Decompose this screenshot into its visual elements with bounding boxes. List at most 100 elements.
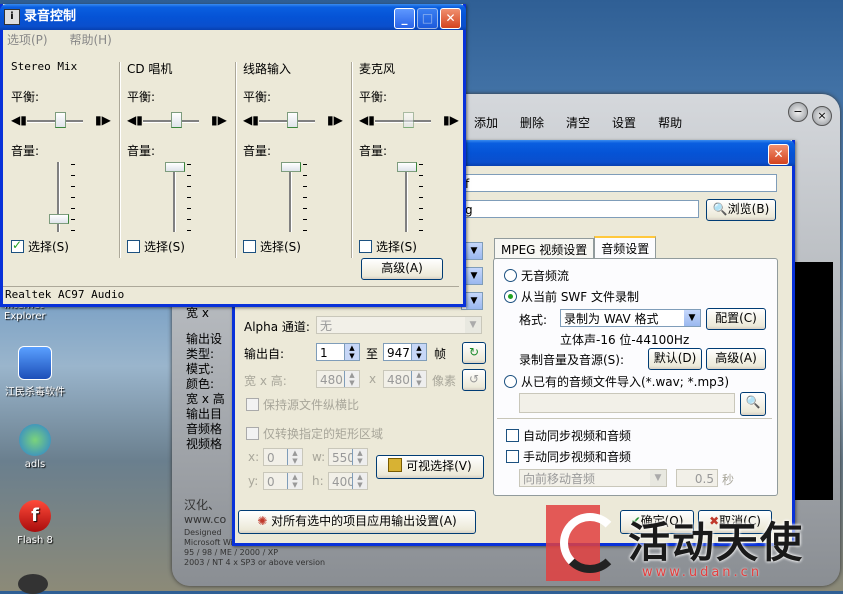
maximize-button[interactable]: □ <box>417 8 438 29</box>
select-checkbox[interactable]: 选择(S) <box>127 238 185 255</box>
h-input[interactable]: 400 ▲ ▼ <box>328 472 368 490</box>
alpha-select[interactable]: 无 ▼ <box>316 316 482 334</box>
radio[interactable] <box>504 290 517 303</box>
import-path-field[interactable] <box>519 393 735 413</box>
height-input[interactable]: 480 ▲ ▼ <box>383 370 427 388</box>
balance-slider[interactable] <box>171 112 182 128</box>
import-browse-button[interactable]: 🔍 <box>740 392 766 416</box>
w-input[interactable]: 550 ▲ ▼ <box>328 448 368 466</box>
app-minimize-button[interactable]: − <box>788 102 808 122</box>
select-checkbox[interactable]: 选择(S) <box>11 238 69 255</box>
checkbox[interactable] <box>359 240 372 253</box>
speaker-left-icon: ◀▮ <box>11 113 27 127</box>
volume-track <box>289 162 292 232</box>
x-separator: x <box>369 372 377 386</box>
record-swf-radio[interactable]: 从当前 SWF 文件录制 <box>504 288 639 305</box>
menu-help[interactable]: 帮助 <box>654 112 686 136</box>
default-button[interactable]: 默认(D) <box>648 348 702 370</box>
source-file-field[interactable]: g <box>461 200 699 218</box>
checkbox[interactable] <box>506 429 519 442</box>
format-select[interactable]: 录制为 WAV 格式 ▼ <box>560 309 701 327</box>
flash-icon: f <box>19 500 51 532</box>
slider-tick <box>71 197 75 198</box>
info-label: 输出设 <box>186 332 223 346</box>
seconds-value: 0.5 <box>694 472 714 486</box>
volume-slider[interactable] <box>281 162 301 172</box>
speaker-right-icon: ▮▶ <box>443 113 459 127</box>
format-value: 录制为 WAV 格式 <box>564 312 659 326</box>
slider-tick <box>303 230 307 231</box>
settings-tabs: MPEG 视频设置 音频设置 <box>494 236 657 260</box>
close-button[interactable]: ✕ <box>440 8 461 29</box>
menu-clear[interactable]: 清空 <box>562 112 594 136</box>
checkbox[interactable] <box>246 427 259 440</box>
select-checkbox[interactable]: 选择(S) <box>359 238 417 255</box>
auto-sync-checkbox[interactable]: 自动同步视频和音频 <box>506 427 631 444</box>
mixer-advanced-button[interactable]: 高级(A) <box>361 258 443 280</box>
no-audio-radio[interactable]: 无音频流 <box>504 267 569 284</box>
volume-slider[interactable] <box>49 214 69 224</box>
minimize-button[interactable]: _ <box>394 8 415 29</box>
desktop-icon-antivirus[interactable]: 江民杀毒软件 <box>0 346 70 398</box>
channel-name: CD 唱机 <box>127 62 173 76</box>
menu-settings[interactable]: 设置 <box>608 112 640 136</box>
checkbox[interactable] <box>243 240 256 253</box>
stereo-info: 立体声-16 位-44100Hz <box>560 333 690 347</box>
radio[interactable] <box>504 269 517 282</box>
y-input[interactable]: 0 ▲ ▼ <box>263 472 303 490</box>
checkbox[interactable] <box>127 240 140 253</box>
manual-sync-label: 手动同步视频和音频 <box>523 450 632 464</box>
tab-audio[interactable]: 音频设置 <box>594 236 657 260</box>
menu-add[interactable]: 添加 <box>470 112 502 136</box>
settings-close-button[interactable]: ✕ <box>768 144 789 165</box>
select-label: 选择(S) <box>144 240 185 254</box>
volume-slider[interactable] <box>165 162 185 172</box>
apply-all-button[interactable]: ✺ 对所有选中的项目应用输出设置(A) <box>238 510 476 534</box>
apply-icon: ✺ <box>257 514 268 528</box>
desktop-icon-flash[interactable]: f Flash 8 <box>0 500 70 546</box>
manual-sync-checkbox[interactable]: 手动同步视频和音频 <box>506 448 631 465</box>
menu-delete[interactable]: 删除 <box>516 112 548 136</box>
visual-select-button[interactable]: 可视选择(V) <box>376 455 484 479</box>
y-value: 0 <box>267 475 275 489</box>
balance-slider[interactable] <box>287 112 298 128</box>
output-from-input[interactable]: 1 ▲ ▼ <box>316 343 360 361</box>
keep-ratio-checkbox[interactable]: 保持源文件纵横比 <box>246 396 359 413</box>
mixer-app-icon: i <box>4 9 20 25</box>
tab-mpeg-video[interactable]: MPEG 视频设置 <box>494 238 595 260</box>
slider-tick <box>71 230 75 231</box>
slider-tick <box>187 208 191 209</box>
import-audio-radio[interactable]: 从已有的音频文件导入(*.wav; *.mp3) <box>504 373 729 390</box>
reset-size-button[interactable]: ↺ <box>462 369 486 391</box>
checkbox[interactable] <box>506 450 519 463</box>
desktop-icon-partial[interactable] <box>18 574 48 594</box>
checkbox[interactable] <box>11 238 24 253</box>
browse-button[interactable]: 🔍浏览(B) <box>706 199 776 221</box>
reset-frames-button[interactable]: ↻ <box>462 342 486 364</box>
width-input[interactable]: 480 ▲ ▼ <box>316 370 360 388</box>
output-to-input[interactable]: 947 ▲ ▼ <box>383 343 427 361</box>
convert-rect-checkbox[interactable]: 仅转换指定的矩形区域 <box>246 425 383 442</box>
channel-microphone: 麦克风 平衡: ◀▮ ▮▶ 音量: 选择(S) <box>351 44 465 256</box>
w-label: w: <box>312 450 326 464</box>
mixer-title-bar: i 录音控制 _ □ ✕ <box>0 4 466 30</box>
slider-tick <box>419 230 423 231</box>
balance-slider[interactable] <box>403 112 414 128</box>
x-input[interactable]: 0 ▲ ▼ <box>263 448 303 466</box>
record-swf-label: 从当前 SWF 文件录制 <box>521 290 640 304</box>
select-checkbox[interactable]: 选择(S) <box>243 238 301 255</box>
seconds-input[interactable]: 0.5 <box>676 469 718 487</box>
info-label: 音频格 <box>186 422 223 436</box>
pixel-unit: 像素 <box>432 374 457 388</box>
checkbox[interactable] <box>246 398 259 411</box>
app-close-button[interactable]: × <box>812 106 832 126</box>
output-file-field[interactable]: f <box>461 174 777 192</box>
width-value: 480 <box>320 373 343 387</box>
move-direction-select[interactable]: 向前移动音频 ▼ <box>519 469 667 487</box>
radio[interactable] <box>504 375 517 388</box>
advanced-audio-button[interactable]: 高级(A) <box>706 348 766 370</box>
config-button[interactable]: 配置(C) <box>706 308 766 330</box>
volume-slider[interactable] <box>397 162 417 172</box>
desktop-icon-adls[interactable]: adls <box>0 424 70 470</box>
balance-slider[interactable] <box>55 112 66 128</box>
